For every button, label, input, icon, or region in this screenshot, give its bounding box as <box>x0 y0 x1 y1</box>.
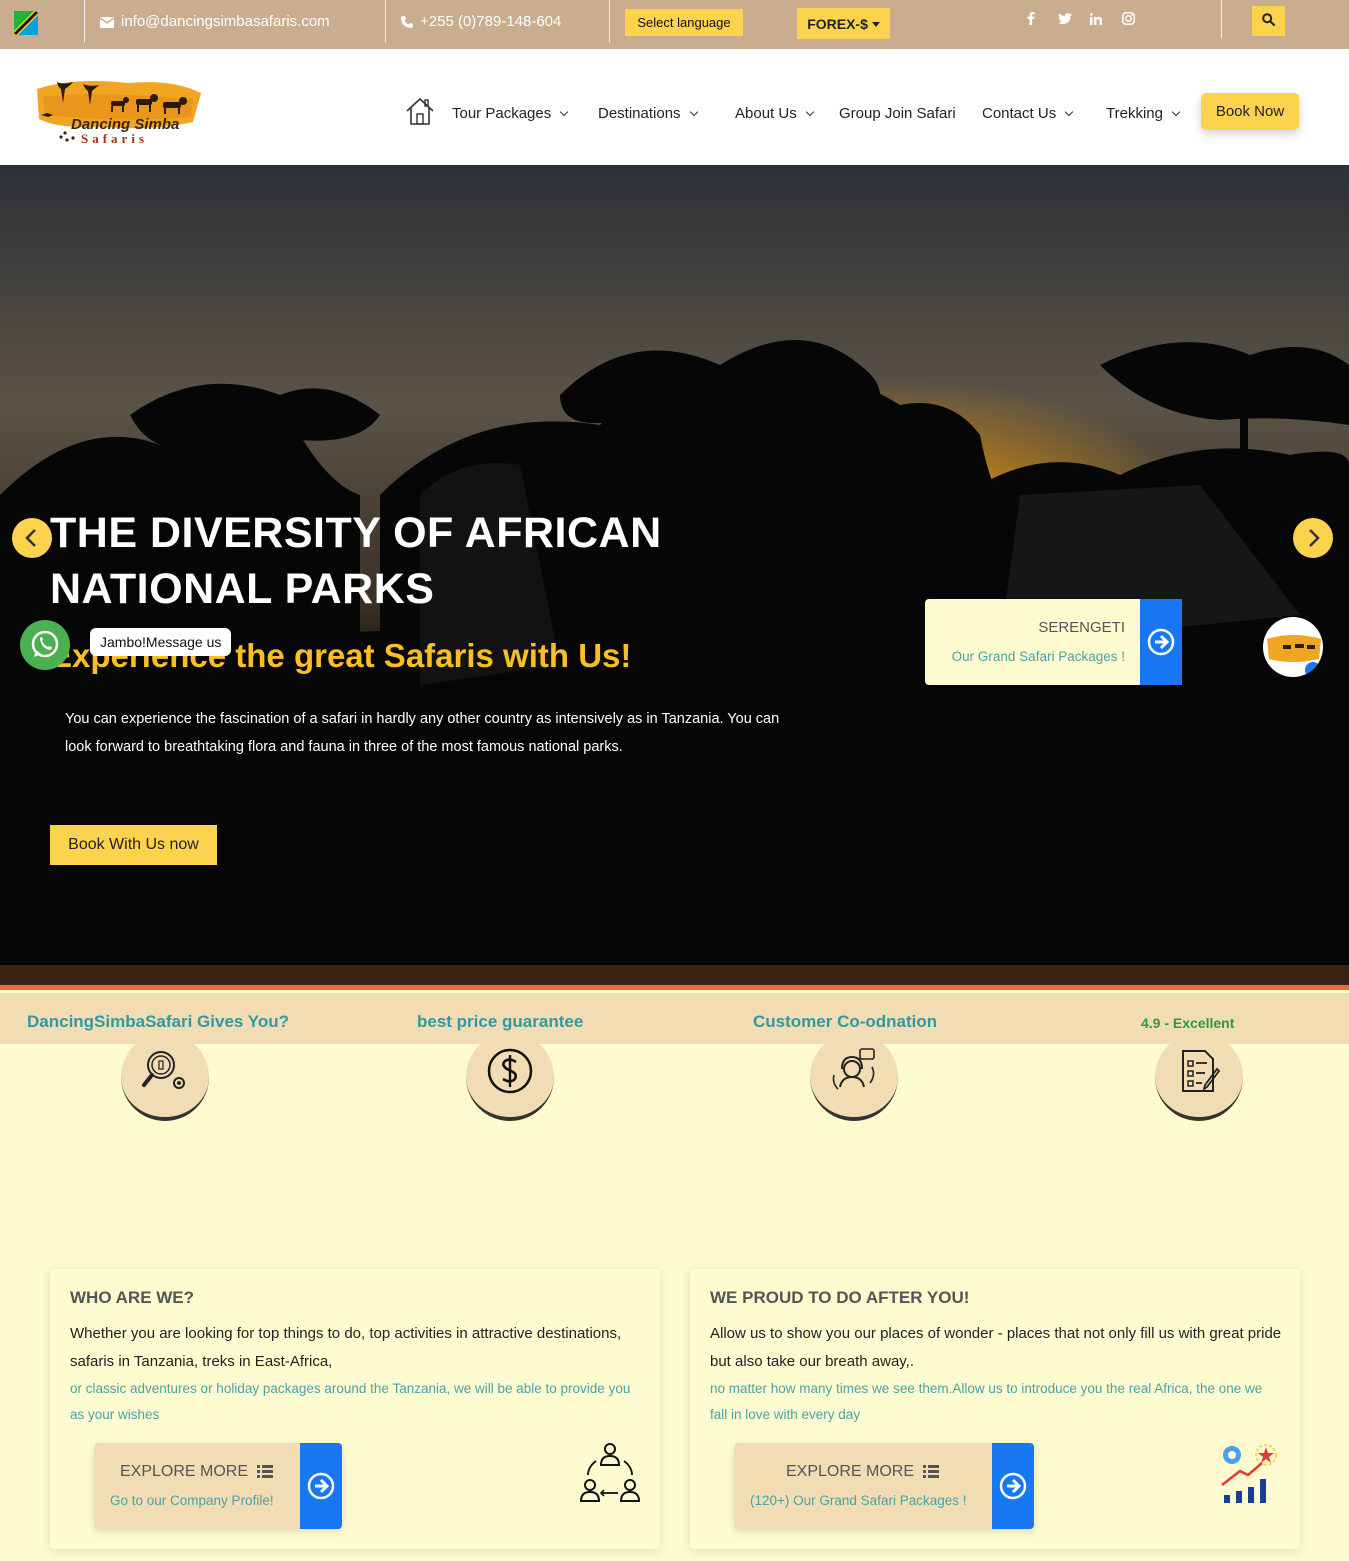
card-text-accent: or classic adventures or holiday package… <box>70 1381 631 1422</box>
messenger-chat-button[interactable] <box>1263 617 1323 677</box>
promo-go-button[interactable] <box>1140 599 1182 685</box>
phone-link[interactable]: +255 (0)789-148-604 <box>401 13 561 30</box>
card-text-accent: no matter how many times we see them.All… <box>710 1381 1263 1422</box>
email-link[interactable]: info@dancingsimbasafaris.com <box>99 13 330 30</box>
phone-text: +255 (0)789-148-604 <box>420 13 562 30</box>
whatsapp-tooltip: Jambo!Message us <box>90 628 232 656</box>
site-logo[interactable]: Dancing Simba Safaris <box>33 77 203 147</box>
hero-paragraph: You can experience the fascination of a … <box>65 711 780 755</box>
nav-label: Contact Us <box>982 105 1057 122</box>
explore-go-button[interactable] <box>992 1443 1034 1529</box>
chevron-down-icon <box>805 107 814 117</box>
home-nav-link[interactable] <box>405 96 435 126</box>
main-header: Dancing Simba Safaris Tour Packages Dest… <box>0 49 1349 165</box>
arrow-circle-right-icon <box>1147 628 1175 656</box>
feature-title: best price guarantee <box>417 1012 584 1031</box>
card-heading: WE PROUD TO DO AFTER YOU! <box>710 1288 970 1307</box>
nav-tour-packages[interactable]: Tour Packages <box>452 105 569 122</box>
explore-subtitle: (120+) Our Grand Safari Packages ! <box>750 1493 967 1508</box>
promo-link: Our Grand Safari Packages ! <box>951 649 1125 664</box>
forex-label: FOREX-$ <box>807 15 868 32</box>
explore-title: EXPLORE MORE <box>120 1463 249 1480</box>
card-heading: WHO ARE WE? <box>70 1288 195 1307</box>
messenger-icon <box>1303 660 1323 677</box>
nav-label: Destinations <box>598 105 681 122</box>
list-icon <box>257 1465 273 1478</box>
feature-icon-circle <box>121 1033 209 1121</box>
explore-subtitle: Go to our Company Profile! <box>110 1493 274 1508</box>
card-text: Allow us to show you our places of wonde… <box>710 1325 1282 1370</box>
linkedin-icon[interactable] <box>1086 11 1106 31</box>
nav-label: Tour Packages <box>452 105 552 122</box>
growth-chart-icon <box>1221 1444 1277 1503</box>
chevron-down-icon <box>689 107 698 117</box>
nav-destinations[interactable]: Destinations <box>598 105 698 122</box>
caret-down-icon <box>871 21 880 27</box>
explore-go-button[interactable] <box>300 1443 342 1529</box>
section-divider-accent <box>0 985 1349 990</box>
promo-title: SERENGETI <box>1038 619 1125 636</box>
hero-title: THE DIVERSITY OF AFRICAN NATIONAL PARKS <box>50 509 662 613</box>
hero-slider: THE DIVERSITY OF AFRICAN NATIONAL PARKS … <box>0 165 1349 965</box>
book-with-us-button[interactable]: Book With Us now <box>50 825 217 865</box>
feature-title: DancingSimbaSafari Gives You? <box>27 1012 290 1031</box>
arrow-circle-right-icon <box>999 1472 1027 1500</box>
feature-icon-circle <box>810 1033 898 1121</box>
we-proud-card: WE PROUD TO DO AFTER YOU! Allow us to sh… <box>690 1269 1300 1549</box>
nav-label: Trekking <box>1106 105 1163 122</box>
phone-icon <box>401 16 413 28</box>
forex-currency-dropdown[interactable]: FOREX-$ <box>797 8 890 39</box>
search-gear-icon <box>142 1051 185 1089</box>
feature-title: Customer Co-odnation <box>753 1012 938 1031</box>
top-bar-divider <box>1221 0 1222 38</box>
select-language-button[interactable]: Select language <box>625 9 743 36</box>
top-bar-divider <box>385 0 386 42</box>
top-bar: info@dancingsimbasafaris.com +255 (0)789… <box>0 0 1349 49</box>
rating-badge: 4.9 - Excellent <box>1141 1015 1235 1031</box>
chevron-down-icon <box>559 107 569 117</box>
serengeti-promo-card[interactable]: SERENGETI Our Grand Safari Packages ! <box>925 599 1182 685</box>
slider-next-button[interactable] <box>1293 518 1333 558</box>
chevron-down-icon <box>1171 107 1181 117</box>
chevron-down-icon <box>1064 107 1074 117</box>
nav-label: Group Join Safari <box>839 105 956 122</box>
arrow-circle-right-icon <box>307 1472 335 1500</box>
whatsapp-icon <box>31 630 59 658</box>
team-network-icon <box>579 1443 641 1502</box>
section-divider <box>0 965 1349 985</box>
chevron-right-icon <box>1309 529 1320 547</box>
feature-icon-circle <box>466 1033 554 1121</box>
explore-safari-packages-button[interactable]: EXPLORE MORE (120+) Our Grand Safari Pac… <box>734 1443 1034 1529</box>
list-icon <box>923 1465 939 1478</box>
envelope-icon <box>99 17 115 28</box>
checklist-icon <box>1182 1050 1221 1092</box>
email-text: info@dancingsimbasafaris.com <box>121 13 330 30</box>
explore-company-profile-button[interactable]: EXPLORE MORE Go to our Company Profile! <box>94 1443 342 1529</box>
chevron-left-icon <box>25 529 36 547</box>
who-are-we-card: WHO ARE WE? Whether you are looking for … <box>50 1269 660 1549</box>
slider-prev-button[interactable] <box>12 518 52 558</box>
search-button[interactable] <box>1252 6 1285 36</box>
home-icon <box>406 97 434 125</box>
nav-about-us[interactable]: About Us <box>735 105 814 122</box>
instagram-icon[interactable] <box>1118 11 1138 31</box>
feature-icon-circle <box>1155 1033 1243 1121</box>
search-icon <box>1262 13 1276 27</box>
dollar-icon <box>487 1048 533 1094</box>
nav-group-join-safari[interactable]: Group Join Safari <box>839 105 956 122</box>
twitter-icon[interactable] <box>1055 11 1075 31</box>
tanzania-flag-icon <box>14 11 38 35</box>
top-bar-divider <box>609 0 610 42</box>
nav-label: About Us <box>735 105 797 122</box>
support-agent-icon <box>832 1048 875 1090</box>
book-now-button[interactable]: Book Now <box>1201 93 1299 130</box>
card-text: Whether you are looking for top things t… <box>70 1325 622 1370</box>
facebook-icon[interactable] <box>1021 11 1041 31</box>
explore-title: EXPLORE MORE <box>786 1463 915 1480</box>
nav-trekking[interactable]: Trekking <box>1106 105 1181 122</box>
whatsapp-chat-button[interactable] <box>20 620 70 670</box>
nav-contact-us[interactable]: Contact Us <box>982 105 1074 122</box>
top-bar-divider <box>84 0 85 42</box>
logo-line2: Safaris <box>81 131 148 146</box>
